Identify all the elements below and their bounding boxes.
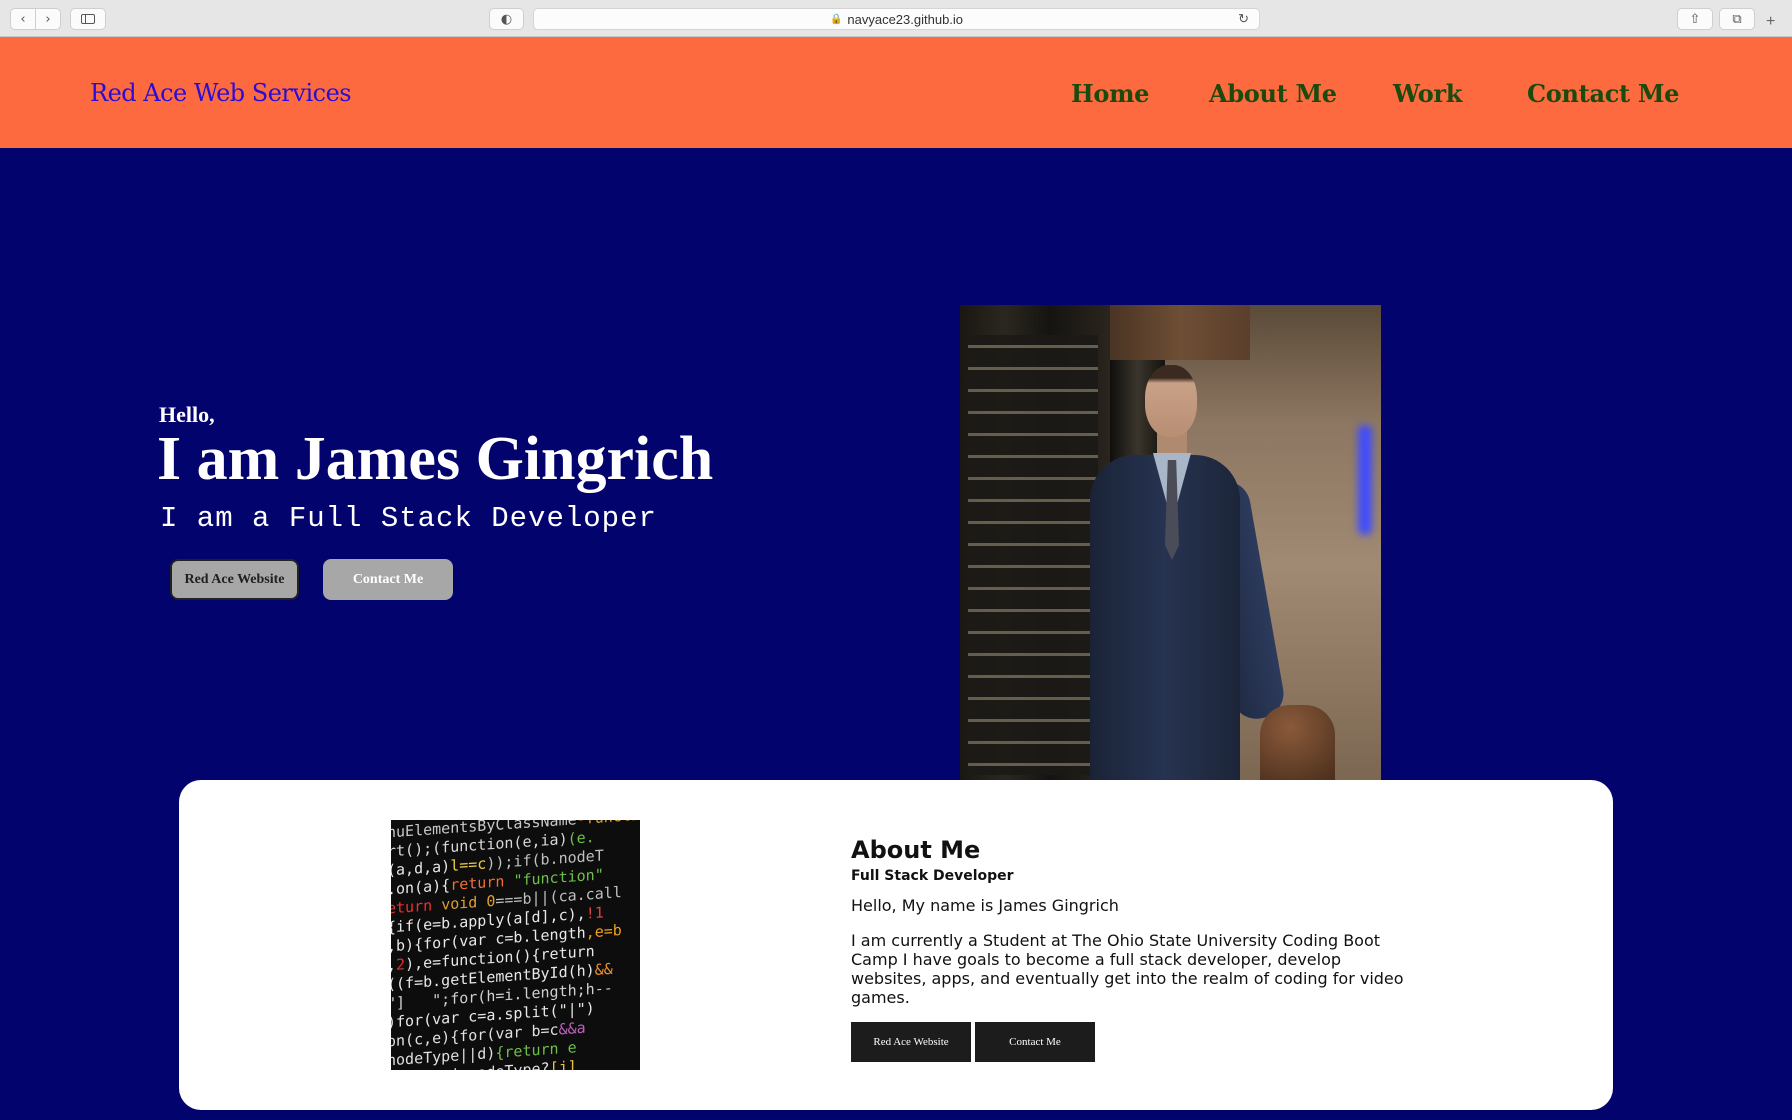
- hero-role: I am a Full Stack Developer: [160, 502, 657, 535]
- browser-toolbar: ‹ › ◐ 🔒 navyace23.github.io ↻ ⇧ ⧉ +: [0, 0, 1792, 37]
- about-body-text: I am currently a Student at The Ohio Sta…: [851, 931, 1404, 1007]
- code-screenshot-image: nuElementsByClassName-function rt();(fun…: [391, 820, 640, 1070]
- nav-contact-me[interactable]: Contact Me: [1527, 79, 1679, 108]
- reload-icon[interactable]: ↻: [1238, 11, 1249, 27]
- about-contact-me-button[interactable]: Contact Me: [975, 1022, 1095, 1062]
- lock-icon: 🔒: [829, 13, 843, 25]
- share-button[interactable]: ⇧: [1677, 8, 1713, 30]
- code-image-art: nuElementsByClassName-function rt();(fun…: [391, 820, 640, 1070]
- hero-name: I am James Gingrich: [157, 425, 714, 493]
- photo-light: [1358, 425, 1372, 535]
- profile-photo: [960, 305, 1381, 780]
- new-tab-icon[interactable]: +: [1766, 13, 1775, 31]
- about-subtitle: Full Stack Developer: [851, 868, 1014, 884]
- about-red-ace-website-button[interactable]: Red Ace Website: [851, 1022, 971, 1062]
- contact-me-button[interactable]: Contact Me: [323, 559, 453, 600]
- shield-icon: ◐: [500, 11, 513, 27]
- about-title: About Me: [851, 836, 981, 864]
- share-icon: ⇧: [1689, 11, 1701, 27]
- address-bar[interactable]: 🔒 navyace23.github.io ↻: [533, 8, 1260, 30]
- url-text: navyace23.github.io: [847, 11, 964, 27]
- chevron-left-icon: ‹: [20, 11, 26, 27]
- nav-work[interactable]: Work: [1393, 79, 1462, 108]
- photo-chair: [1260, 705, 1335, 780]
- chevron-right-icon: ›: [45, 11, 51, 27]
- site-header: Red Ace Web Services Home About Me Work …: [0, 37, 1792, 148]
- nav-about-me[interactable]: About Me: [1209, 79, 1337, 108]
- tabs-icon: ⧉: [1732, 11, 1742, 27]
- photo-wood-panel: [1110, 305, 1250, 360]
- photo-person-suit: [1090, 455, 1240, 780]
- red-ace-website-button[interactable]: Red Ace Website: [170, 559, 299, 600]
- back-button[interactable]: ‹: [10, 8, 36, 30]
- sidebar-toggle-button[interactable]: [70, 8, 106, 30]
- nav-home[interactable]: Home: [1071, 79, 1149, 108]
- brand-link[interactable]: Red Ace Web Services: [90, 79, 352, 107]
- forward-button[interactable]: ›: [35, 8, 61, 30]
- photo-person-head: [1145, 365, 1197, 437]
- photo-bottles: [968, 335, 1098, 775]
- privacy-report-button[interactable]: ◐: [489, 8, 524, 30]
- about-intro: Hello, My name is James Gingrich: [851, 896, 1119, 915]
- sidebar-icon: [81, 14, 95, 24]
- tab-overview-button[interactable]: ⧉: [1719, 8, 1755, 30]
